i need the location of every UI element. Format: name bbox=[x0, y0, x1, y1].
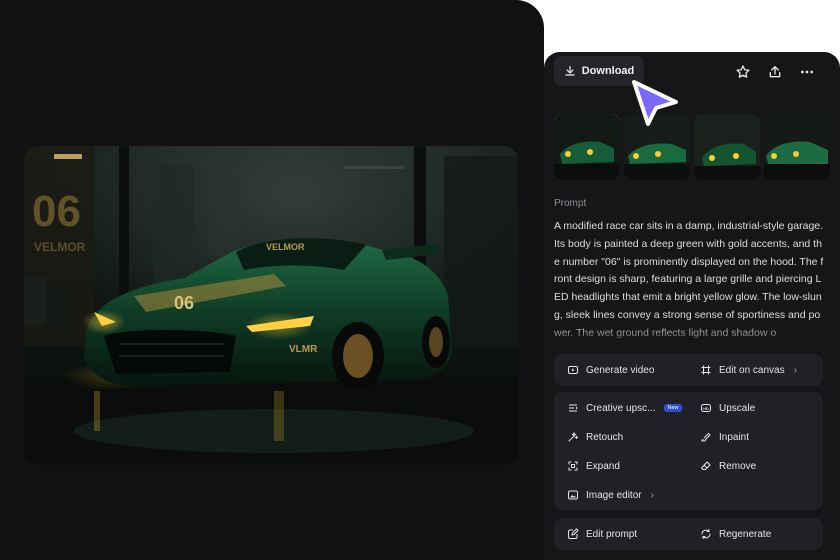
new-badge: New bbox=[664, 404, 682, 412]
inpaint-icon bbox=[701, 433, 711, 442]
image-editor-button[interactable]: Image editor › bbox=[567, 486, 654, 504]
wand-icon bbox=[568, 431, 579, 442]
share-icon bbox=[769, 66, 781, 78]
remove-button[interactable]: Remove bbox=[700, 457, 756, 475]
upscale-button[interactable]: HD Upscale bbox=[700, 399, 755, 417]
thumbnail-3[interactable] bbox=[694, 114, 760, 180]
thumbnail-4[interactable] bbox=[764, 114, 830, 180]
video-icon bbox=[568, 366, 578, 374]
edit-prompt-label: Edit prompt bbox=[586, 528, 638, 540]
thumbnail-1[interactable] bbox=[554, 114, 620, 180]
retouch-label: Retouch bbox=[586, 431, 624, 443]
image-editor-icon bbox=[568, 490, 578, 500]
eraser-icon bbox=[701, 461, 711, 470]
edit-icon bbox=[568, 528, 579, 539]
variation-thumbnails bbox=[554, 114, 830, 182]
generate-video-button[interactable]: Generate video bbox=[567, 361, 654, 379]
preview-pane: 06 VELMOR VELMOR 06 VLMR bbox=[0, 0, 544, 560]
chevron-right-icon: › bbox=[650, 489, 654, 501]
regenerate-icon bbox=[701, 529, 711, 539]
expand-label: Expand bbox=[586, 460, 620, 472]
details-panel: Download Prompt A modified race car sits… bbox=[544, 52, 840, 560]
svg-text:HD: HD bbox=[703, 407, 709, 411]
edit-on-canvas-label: Edit on canvas bbox=[719, 364, 785, 376]
canvas-icon bbox=[701, 365, 711, 375]
star-icon bbox=[736, 65, 750, 78]
download-icon bbox=[565, 65, 575, 76]
remove-label: Remove bbox=[719, 460, 757, 472]
retouch-button[interactable]: Retouch bbox=[567, 428, 623, 446]
generate-video-label: Generate video bbox=[586, 364, 655, 376]
bottom-actions: Edit prompt Regenerate bbox=[554, 518, 823, 550]
expand-button[interactable]: Expand bbox=[567, 457, 620, 475]
edit-on-canvas-button[interactable]: Edit on canvas › bbox=[700, 361, 797, 379]
image-editor-label: Image editor bbox=[586, 489, 642, 501]
creative-upscale-icon bbox=[569, 404, 578, 412]
download-label: Download bbox=[581, 65, 635, 77]
regenerate-label: Regenerate bbox=[719, 528, 772, 540]
car-number: 06 bbox=[174, 293, 194, 313]
wall-number: 06 bbox=[32, 187, 81, 236]
more-button[interactable] bbox=[797, 62, 817, 82]
generated-image[interactable]: 06 VELMOR VELMOR 06 VLMR bbox=[24, 146, 518, 465]
car-brand-windshield: VELMOR bbox=[266, 242, 305, 252]
more-icon bbox=[801, 70, 813, 74]
hd-icon: HD bbox=[701, 404, 711, 412]
share-button[interactable] bbox=[765, 62, 785, 82]
prompt-label: Prompt bbox=[554, 198, 587, 209]
edit-prompt-button[interactable]: Edit prompt bbox=[567, 525, 637, 543]
cursor-pointer-icon bbox=[632, 80, 678, 126]
upscale-label: Upscale bbox=[719, 402, 756, 414]
creative-upscale-button[interactable]: Creative upsc... New bbox=[567, 399, 682, 417]
expand-icon bbox=[568, 461, 578, 471]
star-button[interactable] bbox=[733, 62, 753, 82]
car-brand-side: VLMR bbox=[289, 344, 318, 355]
race-car-image: 06 VELMOR VELMOR 06 VLMR bbox=[24, 146, 518, 465]
chevron-right-icon: › bbox=[793, 364, 797, 376]
regenerate-button[interactable]: Regenerate bbox=[700, 525, 771, 543]
prompt-fade bbox=[544, 322, 840, 350]
tools-group: Creative upsc... New HD Upscale Retouch … bbox=[554, 392, 823, 510]
primary-actions: Generate video Edit on canvas › bbox=[554, 354, 823, 386]
wall-brand: VELMOR bbox=[34, 240, 86, 254]
inpaint-label: Inpaint bbox=[719, 431, 750, 443]
creative-upscale-label: Creative upsc... bbox=[586, 402, 656, 414]
inpaint-button[interactable]: Inpaint bbox=[700, 428, 749, 446]
